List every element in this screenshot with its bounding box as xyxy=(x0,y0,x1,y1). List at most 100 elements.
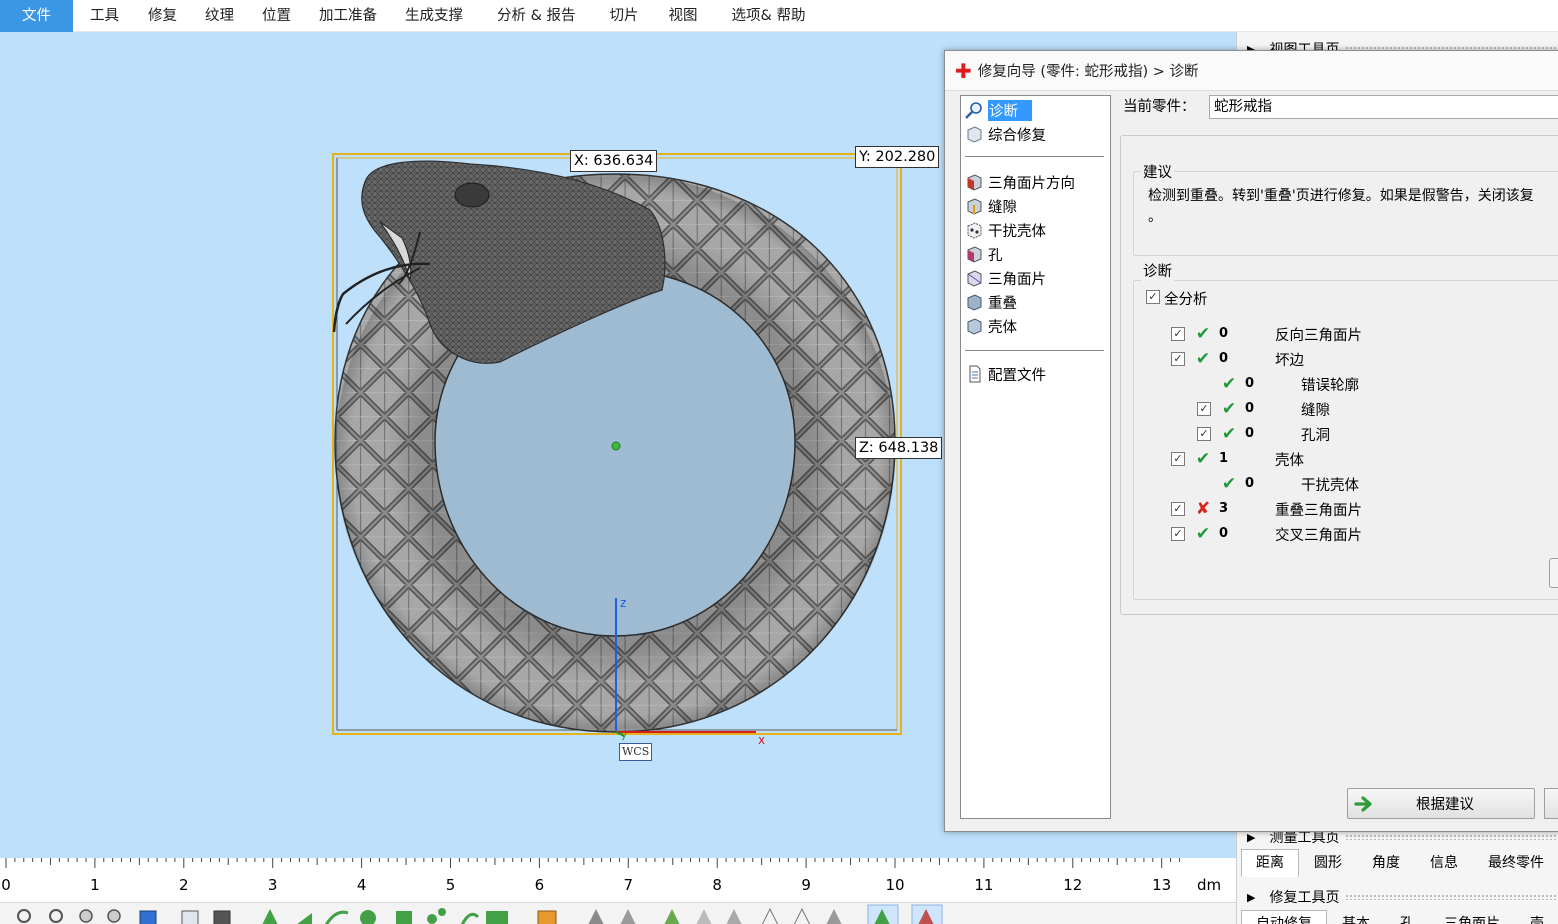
secondary-button[interactable] xyxy=(1544,788,1558,819)
hole-cube-icon xyxy=(964,245,984,263)
menu-texture[interactable]: 纹理 xyxy=(205,0,234,32)
nav-item-diagnosis[interactable]: 诊断 xyxy=(964,99,1032,121)
nav-item-holes[interactable]: 孔 xyxy=(964,243,1003,265)
dotted-cube-icon xyxy=(964,221,984,239)
ruler-ticks xyxy=(5,858,1180,868)
check-icon: ✔ xyxy=(1221,374,1237,394)
nav-item-triangles[interactable]: 三角面片 xyxy=(964,267,1046,289)
tab-hole[interactable]: 孔 xyxy=(1385,910,1429,924)
edit-tool-button[interactable] xyxy=(1549,558,1558,588)
plane-green-icon[interactable] xyxy=(296,913,312,924)
full-analysis-label: 全分析 xyxy=(1164,292,1208,308)
diagnosis-row-count: 0 xyxy=(1245,376,1255,391)
diagnosis-row-label: 缝隙 xyxy=(1301,403,1330,419)
diagnosis-row-checkbox[interactable]: ✓ xyxy=(1171,527,1185,541)
sphere-green-icon[interactable] xyxy=(360,910,376,924)
menu-position[interactable]: 位置 xyxy=(262,0,291,32)
menu-view[interactable]: 视图 xyxy=(669,0,698,32)
triangle-outline-icon[interactable] xyxy=(761,907,842,924)
mesh-green-icon[interactable] xyxy=(486,911,508,924)
ruler-tick-label: 11 xyxy=(974,876,994,894)
triangle-colored-icon[interactable] xyxy=(664,909,742,924)
diagnosis-legend: 诊断 xyxy=(1141,260,1174,281)
diagnosis-row-checkbox[interactable]: ✓ xyxy=(1197,402,1211,416)
box-green-icon[interactable] xyxy=(396,911,412,924)
nav-item-shells[interactable]: 壳体 xyxy=(964,315,1017,337)
diagnosis-row-label: 壳体 xyxy=(1275,453,1304,469)
nav-item-general-repair[interactable]: 综合修复 xyxy=(964,123,1046,145)
nav-item-overlap[interactable]: 重叠 xyxy=(964,291,1017,313)
tab-circle[interactable]: 圆形 xyxy=(1299,849,1357,877)
view-cube-front-icon[interactable] xyxy=(139,910,157,924)
ruler-tick-label: 13 xyxy=(1152,876,1172,894)
view-cube-solid-icon[interactable] xyxy=(213,910,231,924)
full-analysis-checkbox[interactable]: ✓ xyxy=(1146,290,1160,304)
diagnosis-row-label: 反向三角面片 xyxy=(1275,328,1362,344)
tab-basic[interactable]: 基本 xyxy=(1327,910,1385,924)
ruler-tick-label: 3 xyxy=(267,876,278,894)
menu-support[interactable]: 生成支撑 xyxy=(405,0,463,32)
menu-tools[interactable]: 工具 xyxy=(90,0,119,32)
expand-triangle-icon: ▶ xyxy=(1247,830,1256,844)
diagnosis-row-checkbox[interactable]: ✓ xyxy=(1197,427,1211,441)
ruler-tick-label: 12 xyxy=(1063,876,1083,894)
nav-item-gaps[interactable]: 缝隙 xyxy=(964,195,1017,217)
zoom-part-icon[interactable] xyxy=(107,909,121,923)
diagnosis-row-checkbox[interactable]: ✓ xyxy=(1171,352,1185,366)
curve-green-icon[interactable] xyxy=(324,910,349,924)
menu-repair[interactable]: 修复 xyxy=(148,0,177,32)
menu-bar: 文件 工具 修复 纹理 位置 加工准备 生成支撑 分析 & 报告 切片 视图 选… xyxy=(0,0,1558,32)
nav-item-noise-shells[interactable]: 干扰壳体 xyxy=(964,219,1046,241)
diagnosis-row-checkbox[interactable]: ✓ xyxy=(1171,327,1185,341)
menu-analysis[interactable]: 分析 & 报告 xyxy=(497,0,576,32)
tab-auto-repair[interactable]: 自动修复 xyxy=(1241,910,1327,924)
check-icon: ✔ xyxy=(1195,349,1211,369)
box-orange-icon[interactable] xyxy=(537,910,557,924)
diagnosis-row-count: 0 xyxy=(1245,401,1255,416)
dialog-title-bar[interactable]: ✚ 修复向导 (零件: 蛇形戒指) > 诊断 xyxy=(945,51,1558,91)
menu-prep[interactable]: 加工准备 xyxy=(319,0,377,32)
triangle-green-icon[interactable] xyxy=(262,909,278,924)
graph-green-icon[interactable] xyxy=(427,908,446,924)
axis-z-label: z xyxy=(620,596,626,610)
ruler: 0 1 2 3 4 5 6 7 8 9 10 11 12 13 dm xyxy=(0,858,1236,902)
diagnosis-row-label: 交叉三角面片 xyxy=(1275,528,1362,544)
diagnosis-row-count: 0 xyxy=(1245,476,1255,491)
view-cube-iso-icon[interactable] xyxy=(181,910,199,924)
triangles-multi-icon[interactable] xyxy=(588,909,636,924)
tab-shell[interactable]: 壳 xyxy=(1515,910,1558,924)
diagnosis-row-label: 坏边 xyxy=(1275,353,1304,369)
ruler-unit: dm xyxy=(1197,876,1222,894)
nav-item-profile[interactable]: 配置文件 xyxy=(964,363,1046,385)
tab-angle[interactable]: 角度 xyxy=(1357,849,1415,877)
apply-suggestion-button[interactable]: 根据建议 xyxy=(1347,788,1535,819)
menu-slice[interactable]: 切片 xyxy=(610,0,639,32)
ruler-tick-label: 6 xyxy=(534,876,545,894)
axis-y-label: y xyxy=(621,730,627,741)
repair-wizard-dialog: ✚ 修复向导 (零件: 蛇形戒指) > 诊断 诊断 综合修复 三角面片方向 缝隙… xyxy=(944,50,1558,832)
ruler-tick-label: 1 xyxy=(90,876,100,894)
shell-cube-icon xyxy=(964,317,984,335)
diagnosis-row-checkbox[interactable]: ✓ xyxy=(1171,452,1185,466)
tab-distance[interactable]: 距离 xyxy=(1241,849,1299,877)
red-cube-icon xyxy=(964,173,984,191)
wave-green-icon[interactable] xyxy=(460,912,480,924)
menu-file[interactable]: 文件 xyxy=(0,0,73,32)
triangle-selected-icon[interactable] xyxy=(867,904,943,924)
zoom-selection-icon[interactable] xyxy=(79,909,93,923)
menu-options-help[interactable]: 选项& 帮助 xyxy=(732,0,806,32)
zoom-fit-icon[interactable] xyxy=(49,909,63,923)
axis-x-label: x xyxy=(758,733,765,747)
diagnosis-row-label: 孔洞 xyxy=(1301,428,1330,444)
repair-tools-header[interactable]: ▶ 修复工具页 xyxy=(1237,884,1558,910)
diagnosis-row-checkbox[interactable]: ✓ xyxy=(1171,502,1185,516)
document-icon xyxy=(964,365,984,383)
tab-triangles[interactable]: 三角面片 xyxy=(1429,910,1515,924)
current-part-label: 当前零件： xyxy=(1123,99,1196,115)
tab-final-part[interactable]: 最终零件 xyxy=(1473,849,1558,877)
x-dimension-readout: X: 636.634 xyxy=(570,150,658,172)
tab-info[interactable]: 信息 xyxy=(1415,849,1473,877)
nav-item-triangle-orientation[interactable]: 三角面片方向 xyxy=(964,171,1075,193)
zoom-icon[interactable] xyxy=(17,909,31,923)
current-part-select[interactable]: 蛇形戒指 xyxy=(1209,95,1558,119)
